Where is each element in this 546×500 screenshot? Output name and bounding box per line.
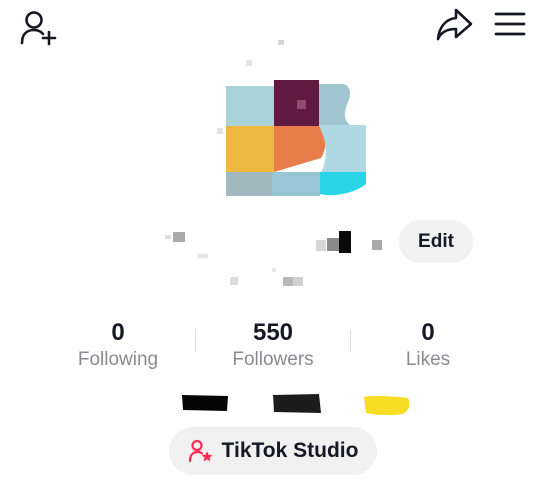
edit-profile-button[interactable]: Edit: [399, 220, 473, 263]
redacted-pixel: [198, 254, 208, 258]
share-arrow-icon: [436, 8, 473, 41]
tiktok-studio-label: TikTok Studio: [221, 439, 359, 462]
redacted-block: [182, 395, 228, 411]
likes-count: 0: [421, 319, 435, 346]
redacted-pixel: [173, 232, 185, 242]
menu-button[interactable]: [488, 6, 532, 42]
tiktok-studio-button[interactable]: TikTok Studio: [169, 427, 377, 475]
stat-likes[interactable]: 0 Likes: [353, 320, 503, 372]
redacted-pixel: [165, 235, 171, 239]
avatar[interactable]: [226, 80, 366, 196]
redacted-pixel: [278, 40, 284, 45]
redacted-block: [364, 395, 410, 416]
redacted-pixel: [272, 268, 276, 272]
person-star-icon: [188, 439, 212, 463]
redacted-pixel: [217, 128, 223, 134]
following-count: 0: [111, 319, 125, 346]
stat-divider: [350, 330, 351, 352]
stat-following[interactable]: 0 Following: [43, 320, 193, 372]
following-label: Following: [77, 349, 159, 370]
redacted-pixel: [339, 231, 351, 253]
top-bar: [0, 0, 546, 60]
redacted-pixel: [283, 277, 293, 286]
share-button[interactable]: [432, 4, 476, 44]
redacted-pixel: [372, 240, 382, 250]
person-plus-icon: [20, 11, 57, 46]
followers-count: 550: [252, 319, 294, 346]
followers-label: Followers: [232, 349, 314, 370]
redacted-pixel: [230, 277, 238, 285]
add-friend-button[interactable]: [12, 6, 60, 46]
likes-label: Likes: [405, 349, 451, 370]
stat-divider: [195, 330, 196, 352]
redacted-pixel: [246, 60, 252, 66]
stat-followers[interactable]: 550 Followers: [198, 320, 348, 372]
redacted-block: [273, 394, 321, 413]
hamburger-menu-icon: [494, 12, 526, 36]
redacted-pixel: [293, 277, 303, 286]
redacted-pixel: [327, 238, 339, 251]
redacted-pixel: [316, 240, 326, 251]
